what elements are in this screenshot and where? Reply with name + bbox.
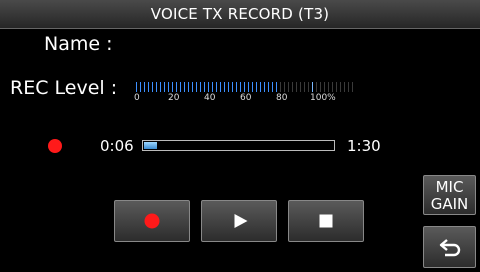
meter-segment [172,82,173,92]
meter-segment [232,82,233,92]
title-bar: VOICE TX RECORD (T3) [0,0,480,29]
scale-tick-0: 0 [134,93,140,103]
meter-segment [252,82,253,92]
stop-button[interactable] [288,200,364,242]
meter-segment [336,82,337,92]
meter-segment [140,82,141,92]
meter-segment [220,82,221,92]
scale-tick-20: 20 [168,93,180,103]
meter-segment [188,82,189,92]
rec-level-label: REC Level : [10,77,118,99]
meter-segment [280,82,281,92]
back-button[interactable] [423,226,476,268]
meter-segment [320,82,321,92]
meter-segment [348,82,349,92]
meter-segment [248,82,249,92]
meter-segment [344,82,345,92]
meter-segment [216,82,217,92]
record-icon [144,213,160,229]
meter-segment [224,82,225,92]
stop-icon [319,214,333,228]
scale-tick-40: 40 [204,93,216,103]
meter-segment [328,82,329,92]
meter-segment [340,82,341,92]
meter-segment [192,82,193,92]
meter-segment [352,82,353,92]
meter-segment [180,82,181,92]
scale-tick-100: 100% [310,93,336,103]
meter-segment [296,82,297,92]
meter-segment [204,82,205,92]
meter-segment [276,82,277,92]
meter-segment [208,82,209,92]
play-button[interactable] [201,200,277,242]
progress-fill [144,142,157,149]
meter-segment [292,82,293,92]
meter-segment [304,82,305,92]
meter-segment [156,82,157,92]
meter-segment [200,82,201,92]
meter-segment [164,82,165,92]
meter-segment [228,82,229,92]
name-label: Name : [44,33,113,55]
meter-segment [272,82,273,92]
meter-segment [184,82,185,92]
meter-segment [288,82,289,92]
page-title: VOICE TX RECORD (T3) [150,5,330,23]
meter-segment [160,82,161,92]
record-button[interactable] [114,200,190,242]
meter-segment [316,82,317,92]
recording-progress-bar [142,140,335,151]
meter-segment [136,82,137,92]
meter-segment [332,82,333,92]
meter-segment [240,82,241,92]
meter-segment [168,82,169,92]
meter-segment [212,82,213,92]
play-icon [234,214,248,228]
recording-indicator-icon [48,139,62,153]
mic-gain-label-line1: MIC [435,178,464,196]
meter-segment [244,82,245,92]
scale-tick-60: 60 [240,93,252,103]
mic-gain-label-line2: GAIN [430,195,469,213]
meter-segment [152,82,153,92]
mic-gain-button[interactable]: MIC GAIN [423,175,476,215]
meter-segment [176,82,177,92]
meter-segment [264,82,265,92]
meter-segment [268,82,269,92]
meter-segment [300,82,301,92]
meter-segment [284,82,285,92]
meter-segment [144,82,145,92]
total-time: 1:30 [347,137,381,155]
meter-segment [260,82,261,92]
scale-tick-80: 80 [276,93,288,103]
meter-segment [256,82,257,92]
meter-segment [196,82,197,92]
meter-segment [236,82,237,92]
meter-segment [148,82,149,92]
meter-segment [312,82,313,92]
rec-level-meter [136,82,356,92]
elapsed-time: 0:06 [100,137,134,155]
return-arrow-icon [439,239,460,257]
meter-segment [324,82,325,92]
meter-segment [308,82,309,92]
